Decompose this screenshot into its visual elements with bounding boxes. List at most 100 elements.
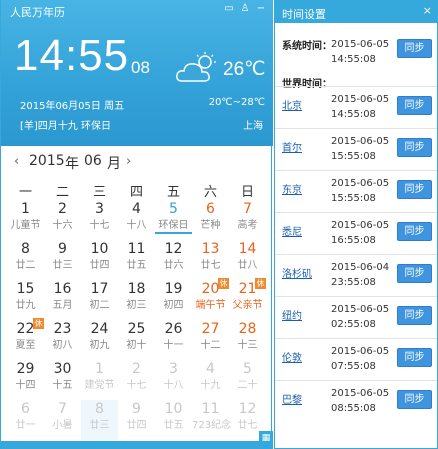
calendar-day[interactable]: 10 廿四 [81,240,118,280]
calendar-day[interactable]: 9 廿四 [118,400,155,440]
date-line: 2015年06月05日 周五 [20,101,125,112]
day-subtext: 廿六 [163,260,184,271]
calendar-day[interactable]: 4 十八 [118,200,155,240]
city-link[interactable]: 首尔 [282,139,302,154]
city-name[interactable]: 上海 [243,117,263,132]
day-number: 9 [132,401,141,417]
close-icon[interactable]: × [423,4,432,17]
sync-button[interactable]: 同步 [397,180,432,199]
year-select[interactable]: 2015 [29,153,65,169]
sync-button[interactable]: 同步 [397,264,432,283]
calendar-day[interactable]: 30 十五 [44,360,81,400]
world-clock-row: 北京 2015-06-05 14:55:08 同步 [275,86,437,128]
message-icon[interactable]: ▭ [223,3,235,15]
calendar-day[interactable]: 7 小暑 [44,400,81,440]
calendar-day[interactable]: 23 初八 [44,320,81,360]
day-number: 1 [95,361,104,377]
city-clock: 23:55:08 [331,277,376,288]
city-link[interactable]: 悉尼 [282,223,302,238]
calendar-day[interactable]: 1 建党节 [81,360,118,400]
header-panel: 人民万年历 ▭ ♙ − 14:55 08 26℃ 2015年06月05日 周五 … [1,0,273,146]
temperature: 26℃ [223,59,266,80]
calendar-day[interactable]: 11 723纪念 [192,400,231,440]
world-clock-row: 东京 2015-06-05 15:55:08 同步 [275,170,437,212]
weather-cloud-sun-icon[interactable] [175,51,221,85]
city-link[interactable]: 巴黎 [282,391,302,406]
calendar-day[interactable]: 26 十一 [155,320,192,360]
sync-button[interactable]: 同步 [397,306,432,325]
calendar-day[interactable]: 24 初九 [81,320,118,360]
sync-button[interactable]: 同步 [397,96,432,115]
calendar-day[interactable]: 20 端午节休 [192,278,229,320]
world-clock-row: 纽约 2015-06-05 02:55:08 同步 [275,296,437,338]
day-number: 27 [201,321,220,337]
calendar-day[interactable]: 9 廿三 [44,240,81,280]
city-link[interactable]: 纽约 [282,307,302,322]
calendar-day[interactable]: 16 五月 [44,280,81,320]
calendar-day[interactable]: 2 十七 [118,360,155,400]
calendar-day[interactable]: 12 廿六 [155,240,192,280]
city-clock: 15:55:08 [331,151,376,162]
calendar-day[interactable]: 2 十六 [44,200,81,240]
day-subtext: 廿七 [200,260,221,271]
day-number: 9 [58,241,67,257]
calendar-day[interactable]: 8 廿三 [81,400,118,440]
city-link[interactable]: 洛杉矶 [282,265,312,280]
clock-hm: 14:55 [14,31,130,80]
sync-button[interactable]: 同步 [397,138,432,157]
day-number: 8 [95,401,104,417]
calendar-day[interactable]: 21 父亲节休 [229,278,266,320]
calendar-day[interactable]: 17 初二 [81,280,118,320]
calendar-day[interactable]: 8 廿二 [7,240,44,280]
calendar-day[interactable]: 5 环保日 [155,200,192,240]
calendar-day[interactable]: 1 儿童节 [7,200,44,240]
calendar-day[interactable]: 13 廿七 [192,240,229,280]
city-clock: 08:55:08 [331,403,376,414]
calendar-day[interactable]: 22 夏至休 [7,318,44,360]
sync-button[interactable]: 同步 [397,348,432,367]
city-date: 2015-06-05 [331,388,390,399]
city-link[interactable]: 伦敦 [282,349,302,364]
calendar-day[interactable]: 6 芒种 [192,200,229,240]
calendar-day[interactable]: 28 十三 [229,320,266,360]
prev-month-button[interactable]: ‹ [14,154,19,169]
skin-icon[interactable]: ♙ [239,3,251,15]
calendar-day[interactable]: 5 二十 [229,360,266,400]
sync-system-button[interactable]: 同步 [397,39,432,58]
city-clock: 07:55:08 [331,361,376,372]
calendar-day[interactable]: 29 十四 [7,360,44,400]
day-subtext: 廿五 [126,260,147,271]
month-select[interactable]: 06 [84,153,102,169]
day-number: 28 [238,321,257,337]
calendar-day[interactable]: 10 廿五 [155,400,192,440]
day-subtext: 十二 [200,340,221,351]
city-date: 2015-06-05 [331,136,390,147]
calendar-day[interactable]: 15 廿九 [7,280,44,320]
calendar-day[interactable]: 3 十八 [155,360,192,400]
calendar-day[interactable]: 14 廿八 [229,240,266,280]
day-subtext: 二十 [237,380,258,391]
calendar-day[interactable]: 11 廿五 [118,240,155,280]
city-link[interactable]: 东京 [282,181,302,196]
sync-button[interactable]: 同步 [397,390,432,409]
calendar-day[interactable]: 4 十九 [192,360,229,400]
next-month-button[interactable]: › [126,154,131,169]
world-clock-row: 伦敦 2015-06-05 07:55:08 同步 [275,338,437,380]
calendar-day[interactable]: 7 高考 [229,200,266,240]
calendar-day[interactable]: 19 初四 [155,280,192,320]
day-number: 4 [132,201,141,217]
calendar-day[interactable]: 27 十二 [192,320,229,360]
calendar-day[interactable]: 6 廿一 [7,400,44,440]
day-subtext: 初二 [89,300,110,311]
day-subtext: 十八 [163,380,184,391]
sync-button[interactable]: 同步 [397,222,432,241]
calendar-day[interactable]: 25 初十 [118,320,155,360]
calendar-day[interactable]: 18 初三 [118,280,155,320]
calendar-day[interactable]: 3 十七 [81,200,118,240]
day-subtext: 初八 [52,340,73,351]
day-subtext: 廿五 [163,420,184,431]
minimize-icon[interactable]: − [255,3,267,15]
grid-view-icon[interactable]: ▦ [259,431,273,445]
city-link[interactable]: 北京 [282,97,302,112]
weekday-label: 六 [203,185,217,200]
